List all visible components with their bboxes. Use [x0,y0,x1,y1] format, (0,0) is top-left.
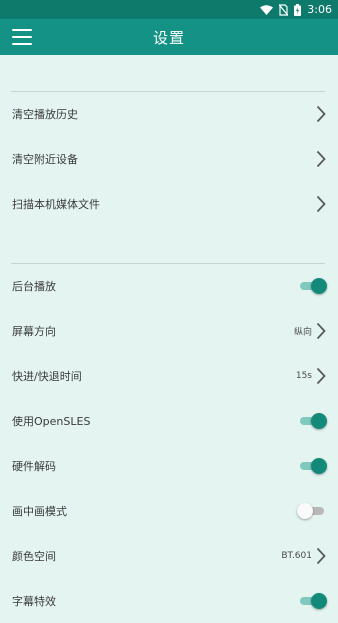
pip-mode-toggle[interactable] [297,502,325,519]
pip-mode-label: 画中画模式 [12,504,67,518]
status-time: 3:06 [307,3,332,16]
color-space-value: BT.601 [281,550,312,561]
opensles-item[interactable]: 使用OpenSLES [0,398,338,443]
clear-history-item[interactable]: 清空播放历史 [0,91,338,136]
chevron-right-icon [316,195,326,212]
seek-time-item[interactable]: 快进/快退时间 15s [0,353,338,398]
status-bar: 3:06 [0,0,338,19]
opensles-toggle[interactable] [299,412,327,429]
pip-mode-item[interactable]: 画中画模式 [0,488,338,533]
seek-time-value: 15s [295,370,312,381]
hardware-decode-item[interactable]: 硬件解码 [0,443,338,488]
battery-icon [294,3,302,16]
seek-time-label: 快进/快退时间 [12,369,82,383]
scan-media-item[interactable]: 扫描本机媒体文件 [0,181,338,226]
opensles-label: 使用OpenSLES [12,414,91,428]
chevron-right-icon [316,367,326,384]
color-space-label: 颜色空间 [12,549,56,563]
chevron-right-icon [316,150,326,167]
screen-orientation-label: 屏幕方向 [12,324,56,338]
screen-orientation-value: 纵向 [293,327,312,337]
partial-setting-label: 字幕特效 [12,594,56,608]
clear-nearby-devices-item[interactable]: 清空附近设备 [0,136,338,181]
background-play-label: 后台播放 [12,279,56,293]
scan-media-label: 扫描本机媒体文件 [12,197,100,211]
page-title: 设置 [152,29,185,47]
clear-history-label: 清空播放历史 [12,107,78,121]
partial-setting-toggle[interactable] [299,592,327,609]
clear-nearby-devices-label: 清空附近设备 [12,152,78,166]
color-space-item[interactable]: 颜色空间 BT.601 [0,533,338,578]
no-sim-icon [279,3,289,16]
partial-setting-item[interactable]: 字幕特效 [0,578,338,623]
hardware-decode-toggle[interactable] [299,457,327,474]
chevron-right-icon [316,547,326,564]
chevron-right-icon [316,105,326,122]
background-play-item[interactable]: 后台播放 [0,263,338,308]
hardware-decode-label: 硬件解码 [12,459,56,473]
app-bar: 设置 [0,19,338,55]
chevron-right-icon [316,322,326,339]
wifi-icon [260,4,274,15]
screen-orientation-item[interactable]: 屏幕方向 纵向 [0,308,338,353]
background-play-toggle[interactable] [299,277,327,294]
